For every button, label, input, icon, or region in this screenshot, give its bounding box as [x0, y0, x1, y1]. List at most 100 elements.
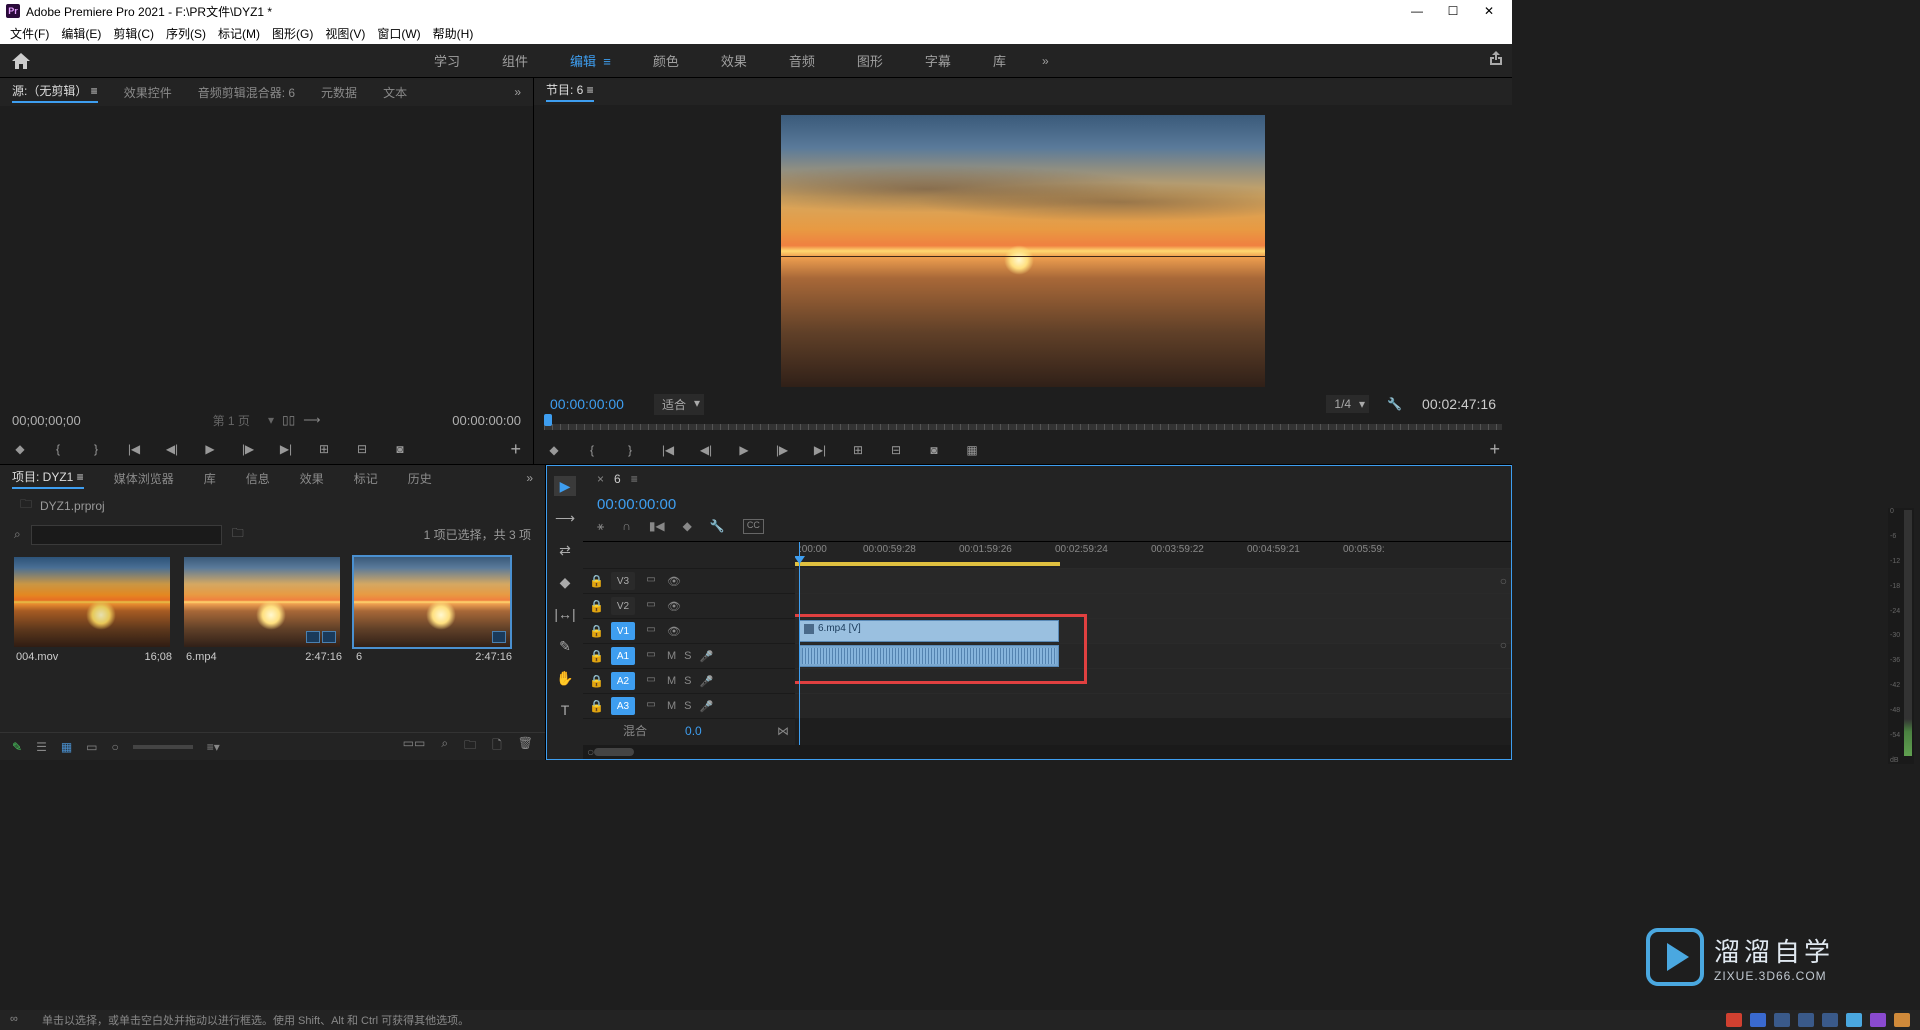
source-patch-icon[interactable]: ▭ — [643, 574, 659, 588]
workspace-overflow[interactable]: » — [1042, 54, 1049, 68]
lock-icon[interactable]: 🔒 — [589, 674, 603, 688]
tab-source[interactable]: 源:（无剪辑） ≡ — [12, 82, 98, 103]
mark-in-icon[interactable]: { — [584, 442, 600, 458]
source-patch-icon[interactable]: ▭ — [643, 599, 659, 613]
pen-tool-icon[interactable]: ✎ — [554, 636, 576, 656]
track-header-a1[interactable]: 🔒A1▭MS🎤 — [583, 643, 795, 668]
comparison-icon[interactable]: ▦ — [964, 442, 980, 458]
mute-icon[interactable]: M — [667, 675, 676, 687]
add-marker2-icon[interactable]: ▮◀ — [649, 519, 665, 534]
mix-value[interactable]: 0.0 — [685, 724, 702, 738]
work-area-bar[interactable] — [795, 562, 1060, 566]
workspace-color[interactable]: 颜色 — [653, 51, 679, 70]
tab-effect-controls[interactable]: 效果控件 — [124, 84, 172, 101]
minimize-button[interactable]: — — [1410, 4, 1424, 18]
source-timecode-out[interactable]: 00:00:00:00 — [452, 413, 521, 428]
workspace-captions[interactable]: 字幕 — [925, 51, 951, 70]
tray-icon[interactable] — [1894, 1013, 1910, 1027]
scroll-handle-icon[interactable]: ○ — [1500, 574, 1507, 588]
snap-icon[interactable]: ⚹ — [597, 519, 604, 534]
solo-icon[interactable]: S — [684, 675, 691, 687]
source-fit-icon[interactable]: ▾ — [268, 413, 274, 427]
tab-libraries[interactable]: 库 — [204, 470, 216, 487]
slip-tool-icon[interactable]: |↔| — [554, 604, 576, 624]
automate-icon[interactable]: ▭▭ — [403, 736, 426, 757]
bin-item[interactable]: 004.mov16;08 — [14, 557, 174, 667]
tray-icon[interactable] — [1846, 1013, 1862, 1027]
program-timecode[interactable]: 00:00:00:00 — [550, 396, 624, 412]
resolution-select[interactable]: 1/4 — [1326, 395, 1369, 413]
track-label[interactable]: V2 — [611, 597, 635, 615]
tray-icon[interactable] — [1774, 1013, 1790, 1027]
track-a2[interactable] — [795, 668, 1511, 693]
scrubber-playhead[interactable] — [544, 414, 552, 426]
add-marker-icon[interactable]: ◆ — [546, 442, 562, 458]
tray-icon[interactable] — [1726, 1013, 1742, 1027]
cc-icon[interactable]: CC — [743, 519, 764, 534]
sort-icon[interactable]: ≡▾ — [207, 740, 220, 754]
video-clip[interactable]: 6.mp4 [V] — [799, 620, 1059, 642]
track-v1[interactable]: 6.mp4 [V] — [795, 618, 1511, 643]
solo-icon[interactable]: S — [684, 650, 691, 662]
workspace-libraries[interactable]: 库 — [993, 51, 1006, 70]
mix-track[interactable]: 混合0.0⋈ — [583, 718, 795, 742]
export-frame-icon[interactable]: ◙ — [926, 442, 942, 458]
tab-history[interactable]: 历史 — [408, 470, 432, 487]
creative-cloud-icon[interactable]: ∞ — [10, 1013, 28, 1027]
track-v3[interactable] — [795, 568, 1511, 593]
program-scrubber[interactable] — [534, 418, 1512, 435]
tray-icon[interactable] — [1822, 1013, 1838, 1027]
thumbnail-zoom-slider[interactable] — [133, 745, 193, 749]
track-a3[interactable] — [795, 693, 1511, 718]
source-patch-icon[interactable]: ▭ — [643, 649, 659, 663]
menu-edit[interactable]: 编辑(E) — [61, 25, 101, 42]
tab-media-browser[interactable]: 媒体浏览器 — [114, 470, 174, 487]
bin-item[interactable]: 62:47:16 — [354, 557, 514, 667]
close-button[interactable]: ✕ — [1482, 4, 1496, 18]
timeline-timecode[interactable]: 00:00:00:00 — [597, 496, 676, 513]
workspace-learn[interactable]: 学习 — [434, 51, 460, 70]
tray-icon[interactable] — [1870, 1013, 1886, 1027]
tray-icon[interactable] — [1798, 1013, 1814, 1027]
track-a1[interactable] — [795, 643, 1511, 668]
mute-icon[interactable]: M — [667, 650, 676, 662]
go-to-out-icon[interactable]: ▶| — [278, 441, 294, 457]
eye-icon[interactable]: 👁 — [667, 575, 681, 588]
expand-icon[interactable]: ⋈ — [777, 724, 789, 738]
maximize-button[interactable]: ☐ — [1446, 4, 1460, 18]
menu-file[interactable]: 文件(F) — [10, 25, 49, 42]
tab-audioclip-mixer[interactable]: 音频剪辑混合器: 6 — [198, 84, 295, 101]
source-patch-icon[interactable]: ▭ — [643, 674, 659, 688]
share-icon[interactable] — [1488, 51, 1504, 70]
play-icon[interactable]: ▶ — [736, 442, 752, 458]
eye-icon[interactable]: 👁 — [667, 625, 681, 638]
mark-out-icon[interactable]: } — [622, 442, 638, 458]
source-monitor[interactable] — [0, 106, 533, 406]
zoom-slider-handle[interactable]: ○ — [112, 740, 119, 754]
menu-markers[interactable]: 标记(M) — [218, 25, 260, 42]
lock-icon[interactable]: 🔒 — [589, 699, 603, 713]
track-label[interactable]: V3 — [611, 572, 635, 590]
solo-icon[interactable]: S — [684, 700, 691, 712]
source-timecode-in[interactable]: 00;00;00;00 — [12, 413, 81, 428]
go-to-in-icon[interactable]: |◀ — [126, 441, 142, 457]
linked-selection-icon[interactable]: ∩ — [622, 519, 631, 534]
new-bin-icon[interactable]: 🗀 — [232, 524, 244, 545]
new-bin2-icon[interactable]: 🗀 — [464, 736, 476, 757]
eye-icon[interactable]: 👁 — [667, 600, 681, 613]
export-frame-icon[interactable]: ◙ — [392, 441, 408, 457]
mark-in-icon[interactable]: { — [50, 441, 66, 457]
new-item-icon[interactable]: 🗋 — [492, 736, 502, 757]
track-label[interactable]: A3 — [611, 697, 635, 715]
track-header-v2[interactable]: 🔒V2▭👁 — [583, 593, 795, 618]
menu-clip[interactable]: 剪辑(C) — [113, 25, 154, 42]
track-select-tool-icon[interactable]: ⟶ — [554, 508, 576, 528]
playhead[interactable] — [799, 542, 800, 745]
home-icon[interactable] — [8, 50, 34, 72]
button-editor-icon[interactable]: + — [510, 439, 521, 460]
project-tabs-overflow[interactable]: » — [526, 471, 533, 485]
workspace-editing[interactable]: 编辑 ≡ — [570, 51, 611, 70]
track-header-v1[interactable]: 🔒V1▭👁 — [583, 618, 795, 643]
bin-icon[interactable]: 🗀 — [20, 495, 32, 516]
add-marker-icon[interactable]: ◆ — [12, 441, 28, 457]
